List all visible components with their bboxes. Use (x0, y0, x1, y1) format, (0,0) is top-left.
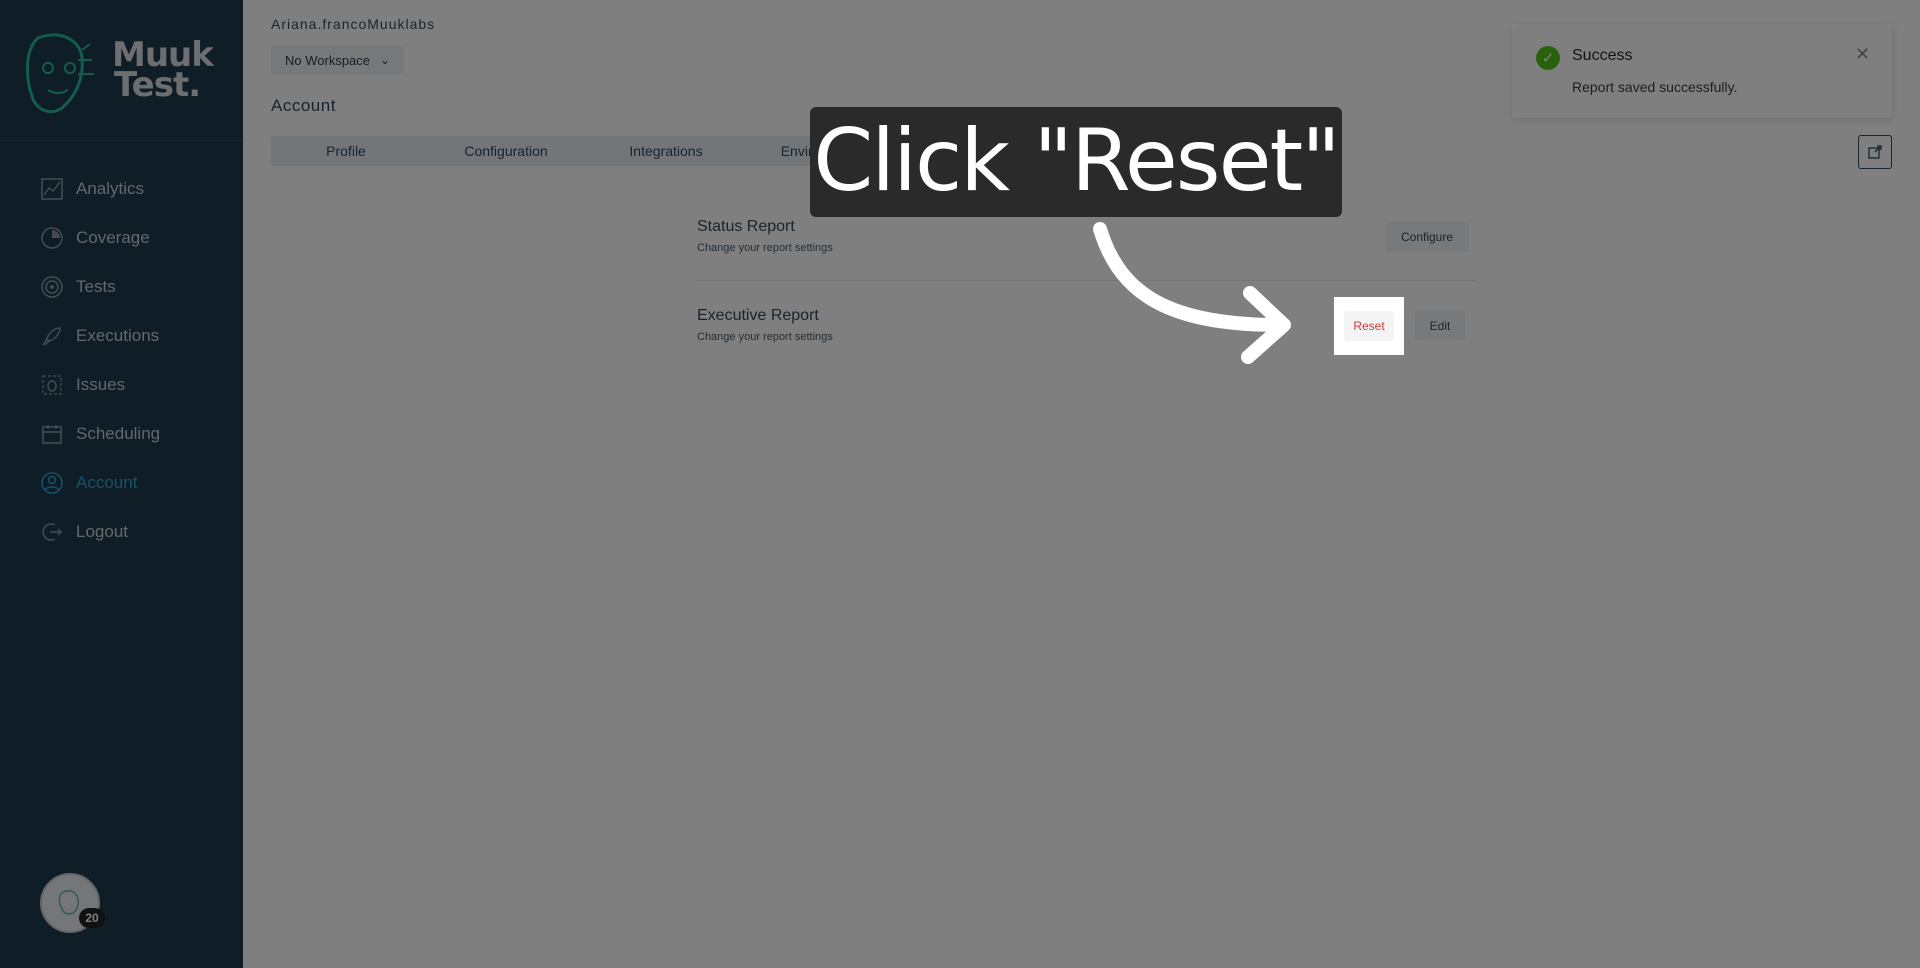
target-icon (40, 275, 64, 299)
sidebar-item-label: Issues (76, 374, 126, 394)
sidebar-item-logout[interactable]: Logout (0, 507, 243, 556)
sidebar-item-scheduling[interactable]: Scheduling (0, 409, 243, 458)
pie-chart-icon (40, 226, 64, 250)
report-title: Executive Report (697, 307, 819, 324)
user-icon (40, 471, 64, 495)
configure-button[interactable]: Configure (1385, 222, 1469, 252)
export-button[interactable] (1858, 135, 1892, 169)
sidebar-item-label: Executions (76, 325, 160, 345)
sidebar-item-label: Logout (76, 521, 128, 541)
workspace-label: No Workspace (285, 52, 371, 68)
edit-button[interactable]: Edit (1415, 311, 1465, 341)
app-logo[interactable]: Muuk Test. (18, 30, 228, 116)
sidebar-item-label: Account (76, 472, 138, 492)
sidebar-item-tests[interactable]: Tests (0, 262, 243, 311)
external-link-icon (1868, 145, 1882, 159)
callout-text: Click "Reset" (813, 111, 1341, 211)
toast-message: Report saved successfully. (1572, 79, 1738, 95)
rocket-icon (40, 324, 64, 348)
reset-button-highlighted[interactable]: Reset (1344, 311, 1394, 341)
reset-spotlight: Reset (1334, 297, 1404, 355)
calendar-icon (40, 422, 64, 446)
logo-face-icon (25, 33, 94, 113)
tab-configuration[interactable]: Configuration (431, 136, 581, 166)
sidebar-item-account[interactable]: Account (0, 458, 243, 507)
notification-badge: 20 (79, 908, 105, 928)
sidebar-item-analytics[interactable]: Analytics (0, 164, 243, 213)
sidebar-nav: Analytics Coverage Tests Executions Issu… (0, 164, 243, 556)
username: Ariana.francoMuuklabs (271, 16, 436, 32)
curved-arrow-icon (1093, 222, 1291, 364)
toast-title: Success (1572, 47, 1633, 64)
report-subtitle: Change your report settings (697, 242, 833, 254)
workspace-selector[interactable]: No Workspace ⌄ (271, 46, 405, 74)
sidebar-item-label: Tests (76, 276, 116, 296)
page-title: Account (271, 96, 336, 115)
sidebar: Muuk Test. Analytics Coverage Tests Exec… (0, 0, 243, 968)
tab-profile[interactable]: Profile (281, 136, 411, 166)
report-title: Status Report (697, 218, 795, 235)
chart-line-icon (40, 177, 64, 201)
sidebar-divider (0, 140, 243, 141)
success-toast: ✓ Success Report saved successfully. ✕ (1512, 24, 1892, 118)
logo-text-line2: Test. (114, 65, 201, 105)
chevron-down-icon: ⌄ (380, 53, 391, 67)
tab-integrations[interactable]: Integrations (596, 136, 736, 166)
close-icon[interactable]: ✕ (1855, 44, 1870, 65)
sidebar-item-issues[interactable]: Issues (0, 360, 243, 409)
sidebar-item-coverage[interactable]: Coverage (0, 213, 243, 262)
toast-dim (1512, 24, 1892, 118)
bug-icon (40, 373, 64, 397)
sidebar-item-label: Analytics (76, 178, 145, 198)
logout-icon (40, 520, 64, 544)
sidebar-item-executions[interactable]: Executions (0, 311, 243, 360)
sidebar-item-label: Scheduling (76, 423, 161, 443)
tutorial-callout: Click "Reset" (810, 107, 1342, 217)
report-subtitle: Change your report settings (697, 331, 833, 343)
sidebar-item-label: Coverage (76, 227, 150, 247)
check-circle-icon: ✓ (1536, 46, 1560, 70)
